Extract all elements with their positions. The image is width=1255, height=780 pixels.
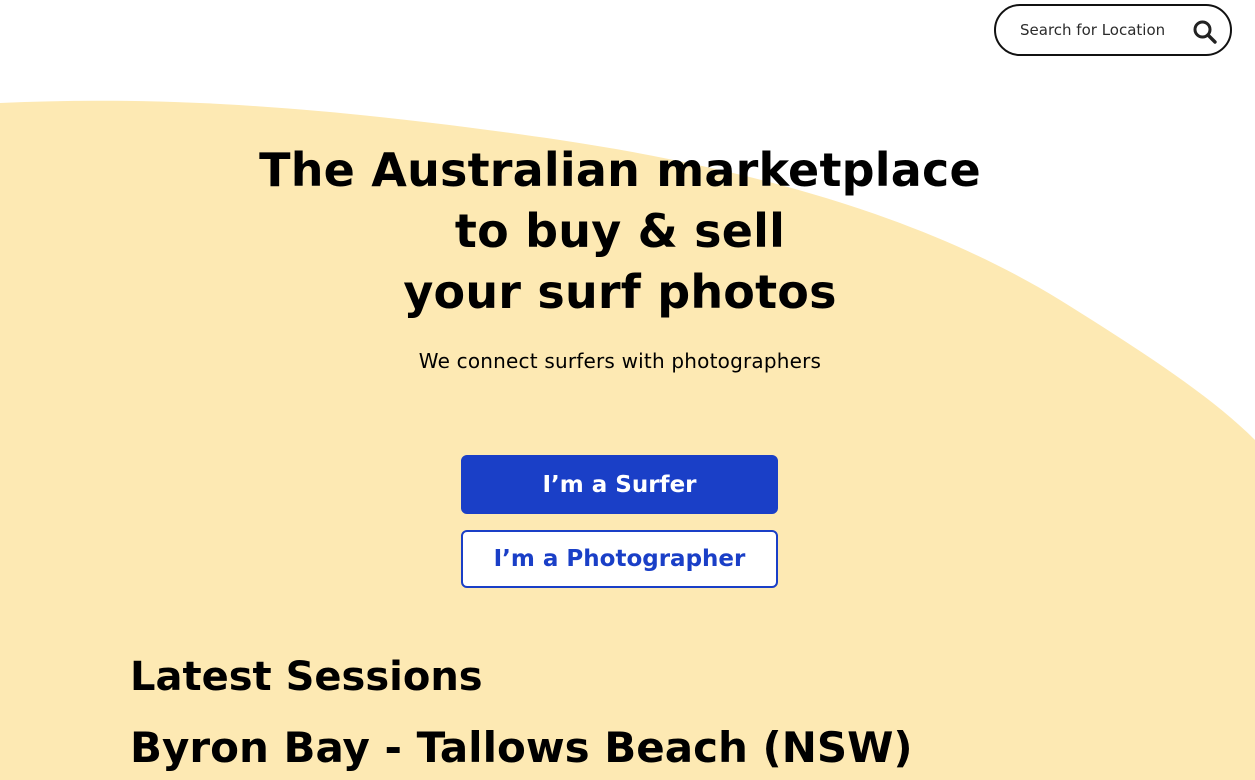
hero-title: The Australian marketplace to buy & sell… xyxy=(0,140,1240,323)
hero-subtitle: We connect surfers with photographers xyxy=(418,349,822,373)
search-icon[interactable] xyxy=(1192,19,1218,45)
hero-title-line: your surf photos xyxy=(403,265,837,319)
surfer-button[interactable]: I’m a Surfer xyxy=(461,455,778,514)
search-input[interactable] xyxy=(996,9,1192,51)
photographer-button[interactable]: I’m a Photographer xyxy=(461,530,778,588)
session-location-title[interactable]: Byron Bay - Tallows Beach (NSW) xyxy=(130,720,913,776)
hero-title-line: The Australian marketplace xyxy=(259,143,981,197)
search-box[interactable] xyxy=(994,4,1232,56)
page: The Australian marketplace to buy & sell… xyxy=(0,0,1255,780)
hero-title-line: to buy & sell xyxy=(454,204,786,258)
latest-sessions-heading: Latest Sessions xyxy=(130,654,483,700)
hero-section: The Australian marketplace to buy & sell… xyxy=(0,140,1240,373)
